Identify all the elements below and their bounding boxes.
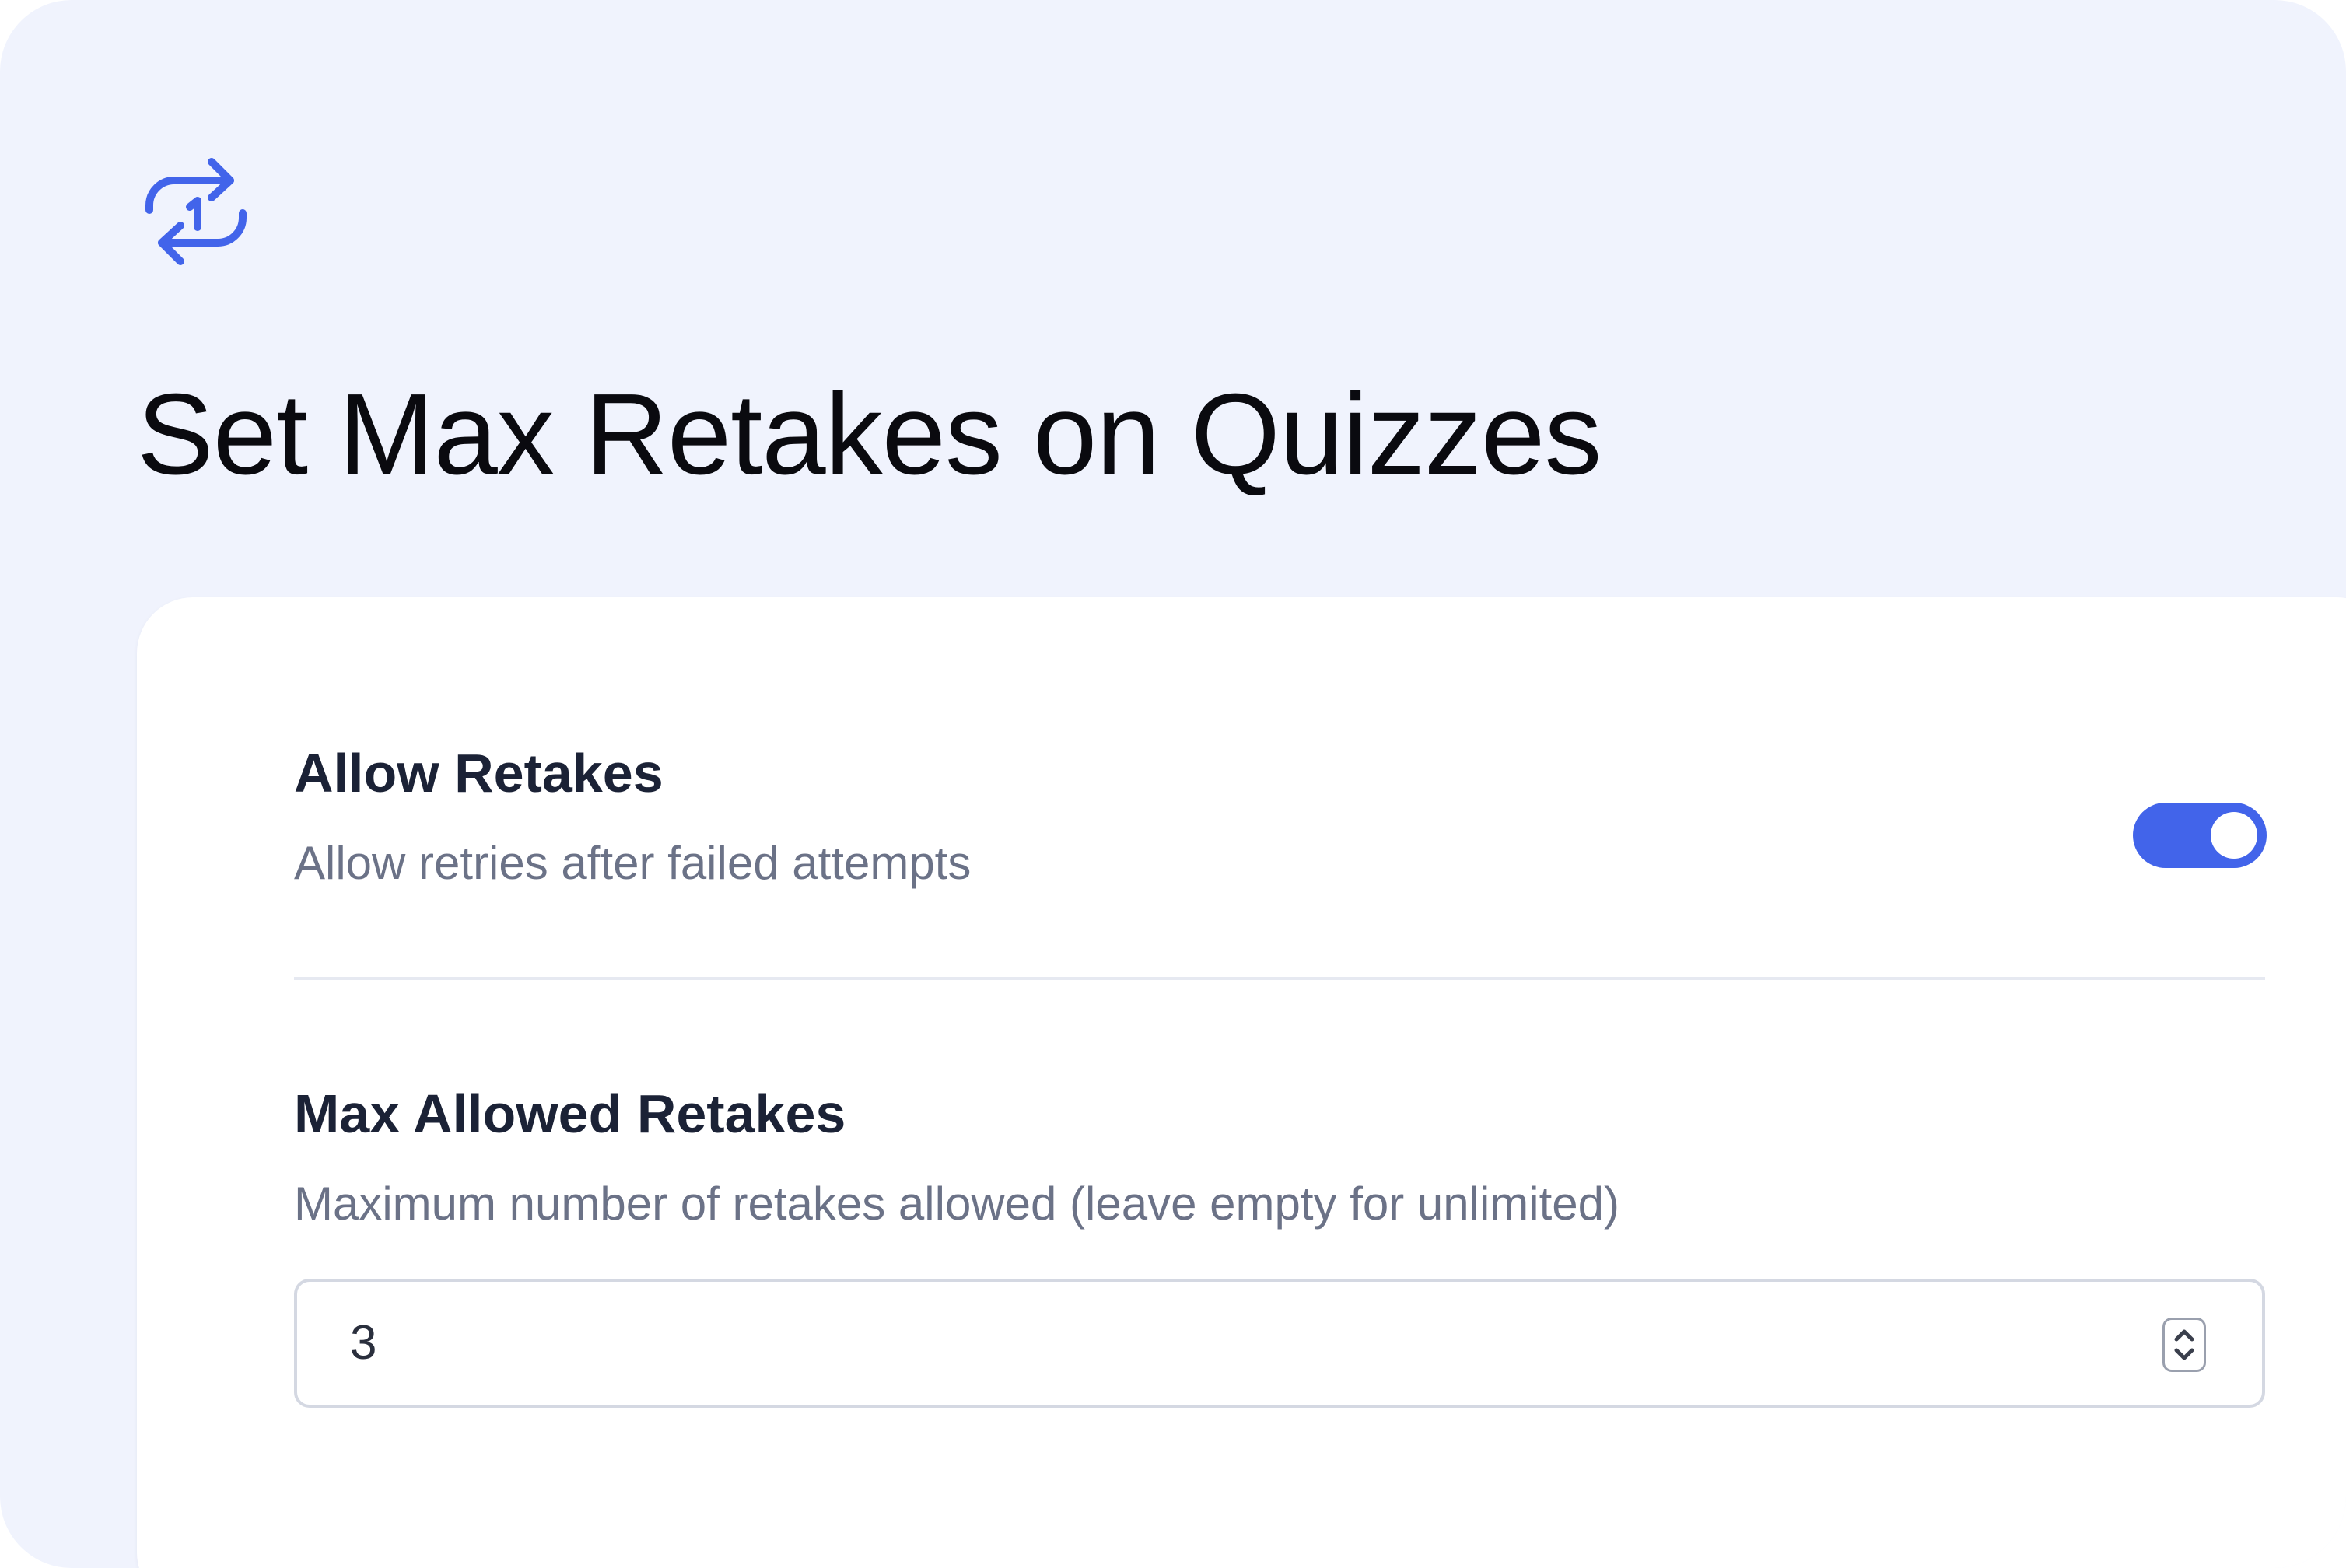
max-allowed-retakes-description: Maximum number of retakes allowed (leave…	[294, 1178, 1619, 1230]
max-allowed-retakes-label: Max Allowed Retakes	[294, 1083, 846, 1144]
toggle-knob	[2211, 812, 2257, 859]
allow-retakes-toggle[interactable]	[2133, 803, 2267, 868]
max-retakes-input[interactable]: 3	[294, 1279, 2265, 1408]
page-title: Set Max Retakes on Quizzes	[137, 370, 1602, 499]
settings-divider	[294, 977, 2265, 980]
allow-retakes-label: Allow Retakes	[294, 743, 664, 803]
stepper-arrows-icon[interactable]	[2162, 1318, 2206, 1372]
allow-retakes-setting: Allow Retakes Allow retries after failed…	[294, 740, 2346, 891]
max-allowed-retakes-setting: Max Allowed Retakes Maximum number of re…	[294, 1081, 2346, 1232]
app-frame: Set Max Retakes on Quizzes Allow Retakes…	[0, 0, 2346, 1568]
max-retakes-value: 3	[350, 1316, 377, 1370]
settings-card: Allow Retakes Allow retries after failed…	[137, 597, 2346, 1568]
repeat-once-icon	[134, 149, 258, 274]
allow-retakes-description: Allow retries after failed attempts	[294, 837, 972, 889]
